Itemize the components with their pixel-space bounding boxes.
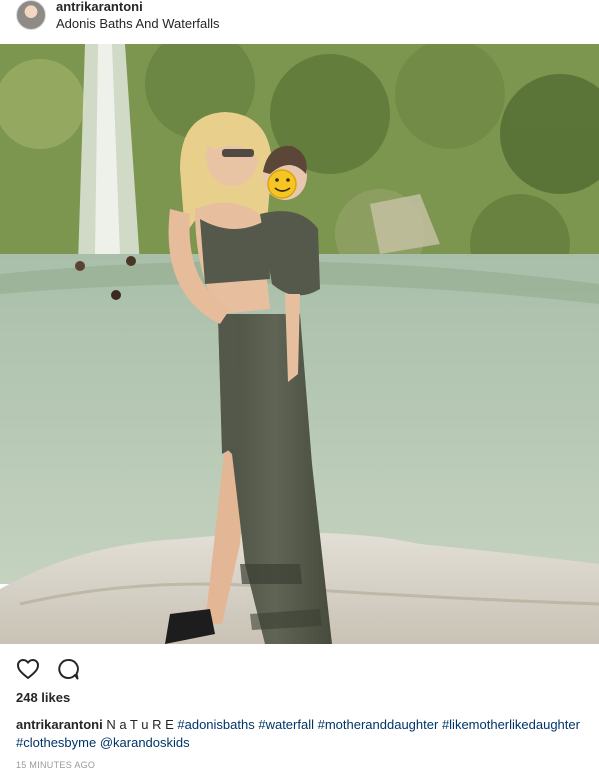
caption-username[interactable]: antrikarantoni xyxy=(16,717,103,732)
caption-text: N a T u R E xyxy=(106,717,174,732)
post-timestamp[interactable]: 15 MINUTES AGO xyxy=(16,760,95,770)
likes-count[interactable]: 248 likes xyxy=(16,690,70,705)
hashtag-link[interactable]: #waterfall xyxy=(258,717,314,732)
comment-icon[interactable] xyxy=(56,657,80,681)
post-photo[interactable] xyxy=(0,44,599,644)
avatar[interactable] xyxy=(16,0,46,30)
photo-illustration xyxy=(0,44,599,644)
post-location[interactable]: Adonis Baths And Waterfalls xyxy=(56,16,220,32)
heart-icon[interactable] xyxy=(16,657,40,681)
hashtag-link[interactable]: #likemotherlikedaughter xyxy=(442,717,580,732)
hashtag-link[interactable]: #motheranddaughter xyxy=(318,717,439,732)
mention-link[interactable]: @karandoskids xyxy=(100,735,190,750)
post-caption: antrikarantoni N a T u R E #adonisbaths … xyxy=(16,716,586,752)
hashtag-link[interactable]: #clothesbyme xyxy=(16,735,96,750)
hashtag-link[interactable]: #adonisbaths xyxy=(177,717,254,732)
post-username[interactable]: antrikarantoni xyxy=(56,0,143,14)
post-header: antrikarantoni Adonis Baths And Waterfal… xyxy=(0,0,599,44)
